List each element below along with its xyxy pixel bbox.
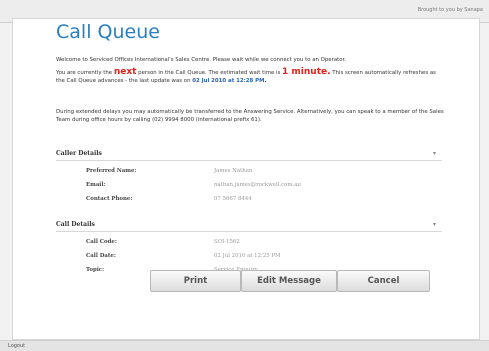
email-value: nathan.james@rockwell.com.au [214,182,301,188]
status-bar [0,340,489,351]
email-label: Email: [86,182,106,188]
welcome-text: Welcome to Serviced Offices Internationa… [56,57,346,63]
queue-text-pre: You are currently the [56,70,114,76]
edit-message-button[interactable]: Edit Message [241,270,337,292]
wait-time: 1 minute. [282,67,331,77]
queue-position: next [113,67,137,77]
divider [56,231,442,232]
logout-link[interactable]: Logout [8,343,25,349]
call-date-value: 02 Jul 2010 at 12:25 PM [214,253,281,259]
preferred-name-value: James Nathan [214,168,253,174]
delay-note: During extended delays you may automatic… [56,109,444,123]
call-details-label: Call Details [56,221,95,228]
collapse-icon[interactable]: ▾ [433,150,436,157]
queue-text-mid: person in the Call Queue. The estimated … [136,70,283,76]
preferred-name-label: Preferred Name: [86,168,137,174]
cancel-button[interactable]: Cancel [337,270,430,292]
contact-phone-label: Contact Phone: [86,196,133,202]
divider [56,160,442,161]
contact-phone-value: 07 5667 8444 [214,196,252,202]
print-button[interactable]: Print [150,270,241,292]
caller-details-heading[interactable]: Caller Details ▾ [56,150,442,157]
call-code-value: SOI-1562 [214,239,240,245]
queue-status: You are currently the next person in the… [56,68,444,85]
brought-by-text: Brought to you by Sanapa [417,7,483,13]
call-date-label: Call Date: [86,253,116,259]
caller-details-label: Caller Details [56,150,102,157]
page-title: Call Queue [56,21,160,43]
call-code-label: Call Code: [86,239,117,245]
collapse-icon[interactable]: ▾ [433,221,436,228]
last-update: 02 Jul 2010 at 12:28 PM. [192,78,267,84]
call-details-heading[interactable]: Call Details ▾ [56,221,442,228]
